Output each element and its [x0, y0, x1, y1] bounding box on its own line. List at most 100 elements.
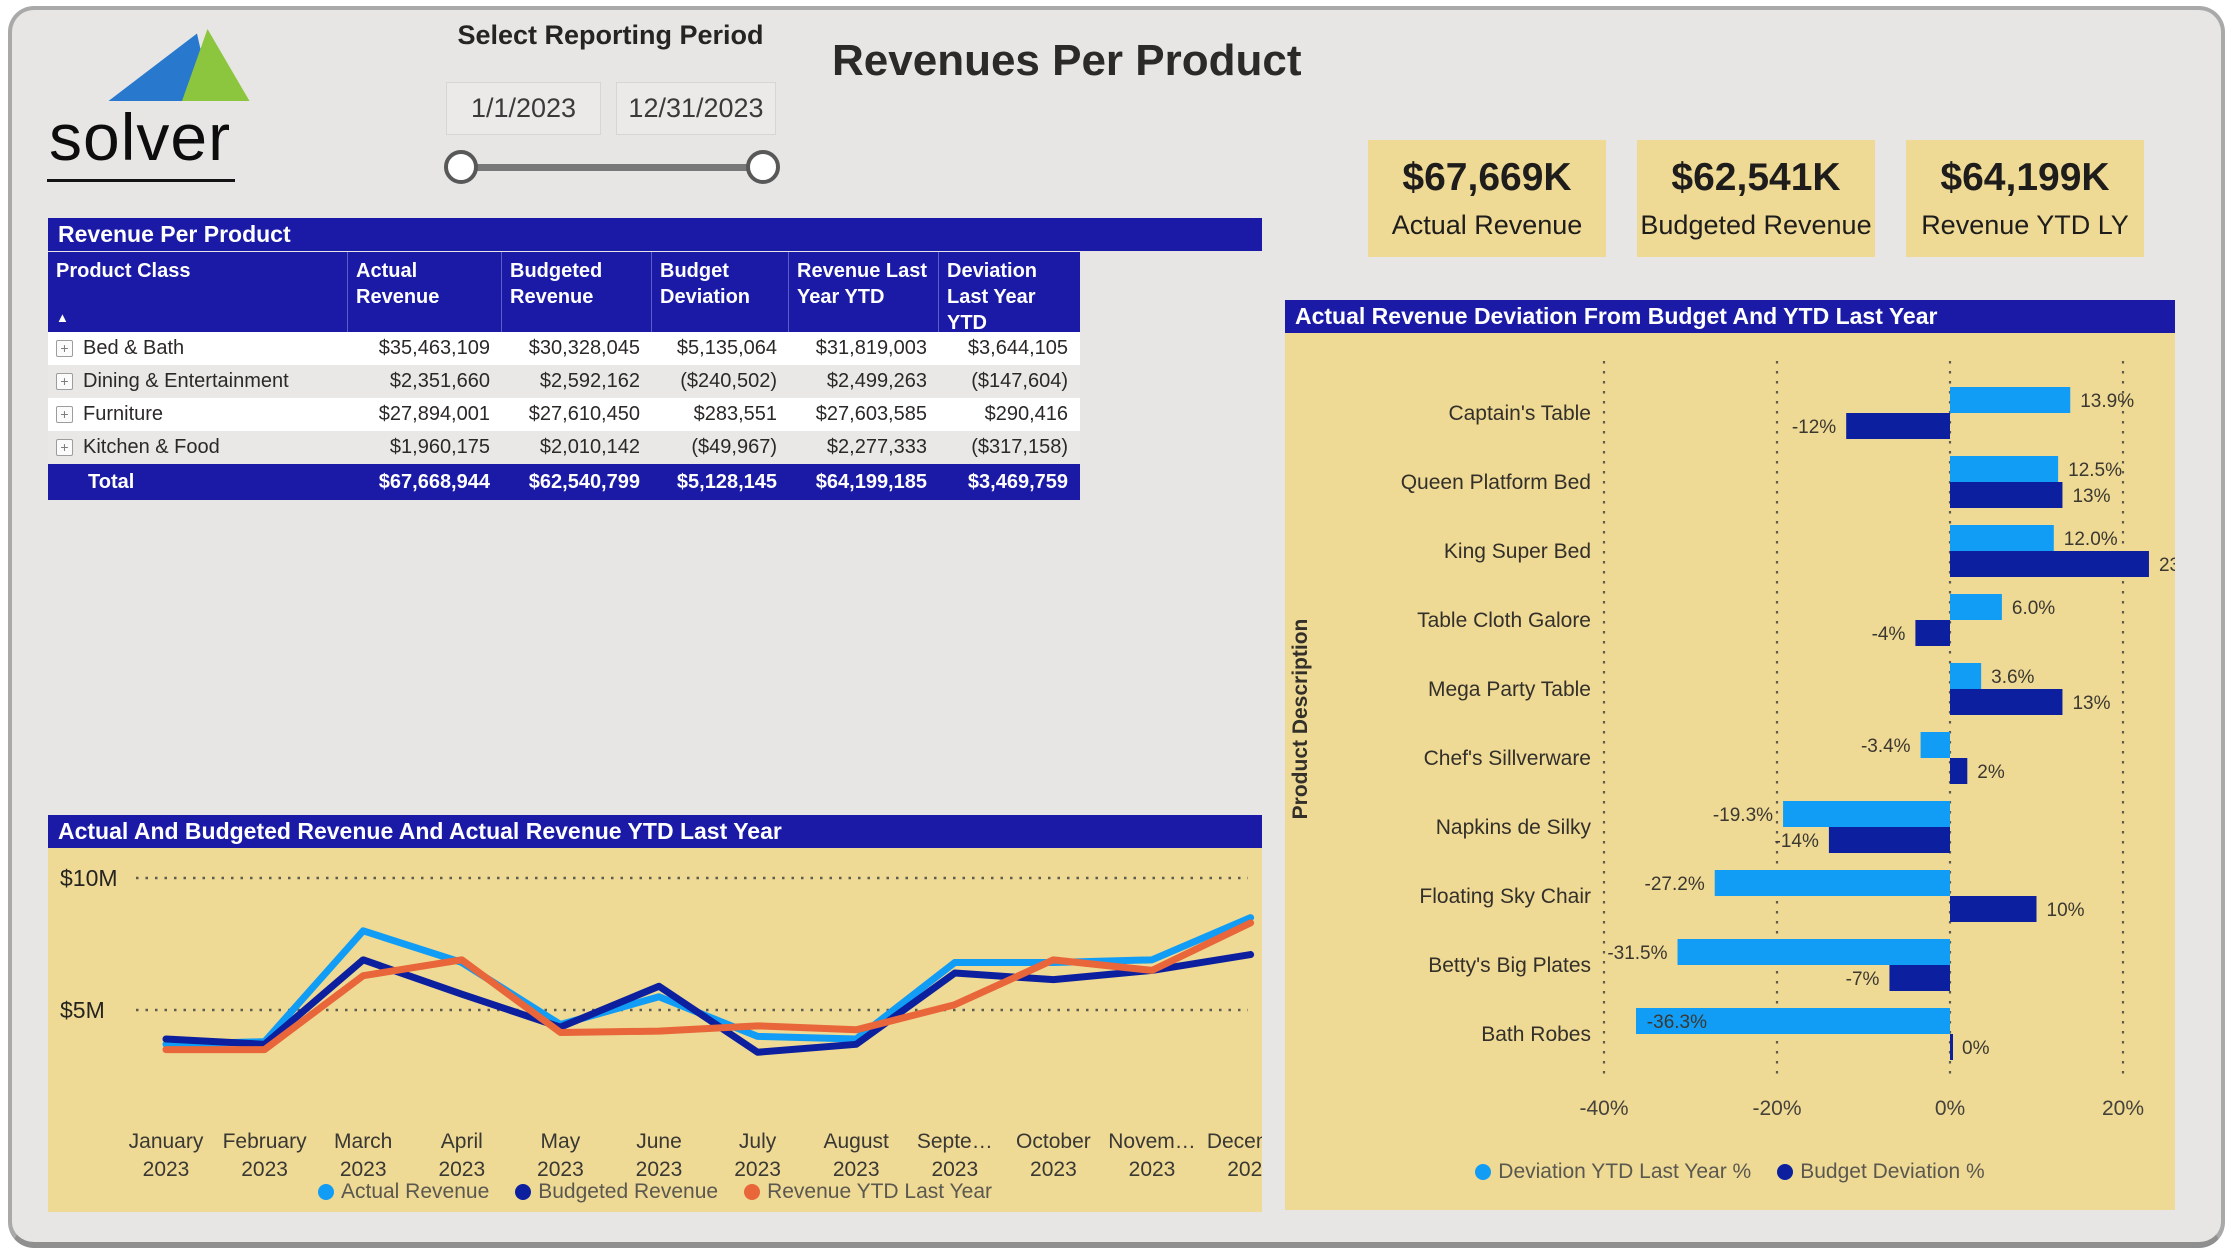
category-label: Napkins de Silky — [1436, 816, 1592, 839]
bar-legend-item[interactable]: Budget Deviation % — [1777, 1160, 1984, 1184]
table-row[interactable]: +Dining & Entertainment$2,351,660$2,592,… — [48, 365, 1080, 398]
table-cell: $290,416 — [939, 403, 1080, 426]
expand-row-icon[interactable]: + — [56, 340, 73, 357]
table-cell: $27,610,450 — [502, 403, 652, 426]
kpi-card-actual-revenue: $67,669K Actual Revenue — [1368, 140, 1606, 257]
y-axis-label: $10M — [60, 865, 118, 891]
x-axis-month-label: May — [541, 1130, 581, 1153]
line-legend-item[interactable]: Revenue YTD Last Year — [744, 1180, 992, 1204]
date-range-slider-handle-start[interactable] — [444, 150, 478, 184]
total-cell: $5,128,145 — [652, 471, 789, 494]
bar-dark_blue[interactable] — [1950, 758, 1967, 784]
legend-label: Deviation YTD Last Year % — [1498, 1160, 1751, 1184]
bar-dark_blue[interactable] — [1950, 689, 2062, 715]
kpi-value: $62,541K — [1671, 156, 1840, 200]
bar-value-label: 10% — [2047, 900, 2085, 921]
x-axis-month-label: April — [441, 1130, 483, 1153]
bar-light_blue[interactable] — [1950, 456, 2058, 482]
table-cell: ($240,502) — [652, 370, 789, 393]
bar-value-label: -14% — [1775, 831, 1819, 852]
expand-row-icon[interactable]: + — [56, 439, 73, 456]
kpi-card-revenue-ytd-ly: $64,199K Revenue YTD LY — [1906, 140, 2144, 257]
bar-dark_blue[interactable] — [1950, 896, 2037, 922]
expand-row-icon[interactable]: + — [56, 373, 73, 390]
bar-light_blue[interactable] — [1950, 663, 1981, 689]
bar-value-label: -4% — [1872, 624, 1906, 645]
category-label: Bath Robes — [1481, 1023, 1591, 1046]
x-axis-month-label: February — [223, 1130, 308, 1153]
bar-light_blue[interactable] — [1950, 594, 2002, 620]
bar-dark_blue[interactable] — [1829, 827, 1950, 853]
table-cell: $1,960,175 — [348, 436, 502, 459]
bar-value-label: 6.0% — [2012, 598, 2055, 619]
x-axis-month-label: October — [1016, 1130, 1091, 1153]
column-header[interactable]: Actual Revenue — [348, 252, 502, 332]
column-header[interactable]: Budget Deviation — [652, 252, 789, 332]
x-axis-year-label: 2023 — [438, 1158, 485, 1181]
bar-dark_blue[interactable] — [1846, 413, 1950, 439]
bar-value-label: 12.5% — [2068, 460, 2122, 481]
x-axis-year-label: 2023 — [1129, 1158, 1176, 1181]
reporting-period-slicer: Select Reporting Period 1/1/2023 12/31/2… — [438, 20, 783, 190]
column-header[interactable]: Deviation Last Year YTD — [939, 252, 1080, 332]
line-chart-title: Actual And Budgeted Revenue And Actual R… — [48, 815, 1262, 848]
bar-light_blue[interactable] — [1950, 387, 2070, 413]
category-label: Mega Party Table — [1428, 678, 1591, 701]
bar-light_blue[interactable] — [1715, 870, 1950, 896]
reporting-period-label: Select Reporting Period — [438, 20, 783, 51]
revenue-table: Product Class▲Actual RevenueBudgeted Rev… — [48, 252, 1080, 500]
total-cell: $67,668,944 — [348, 471, 502, 494]
line-legend-item[interactable]: Actual Revenue — [318, 1180, 489, 1204]
expand-row-icon[interactable]: + — [56, 406, 73, 423]
x-axis-month-label: Novem… — [1108, 1130, 1196, 1153]
line-legend-item[interactable]: Budgeted Revenue — [515, 1180, 718, 1204]
total-label: Total — [48, 471, 348, 494]
bar-value-label: -36.3% — [1647, 1012, 1707, 1033]
end-date-input[interactable]: 12/31/2023 — [616, 82, 776, 135]
date-range-slider-handle-end[interactable] — [746, 150, 780, 184]
category-label: Betty's Big Plates — [1428, 954, 1591, 977]
table-row[interactable]: +Kitchen & Food$1,960,175$2,010,142($49,… — [48, 431, 1080, 464]
product-class-label: Furniture — [83, 403, 163, 426]
table-row[interactable]: +Bed & Bath$35,463,109$30,328,045$5,135,… — [48, 332, 1080, 365]
x-axis-year-label: 2023 — [734, 1158, 781, 1181]
product-class-label: Kitchen & Food — [83, 436, 220, 459]
x-axis-tick-label: 0% — [1935, 1097, 1965, 1120]
bar-light_blue[interactable] — [1678, 939, 1950, 965]
x-axis-year-label: 2023 — [537, 1158, 584, 1181]
y-axis-label: $5M — [60, 997, 105, 1023]
x-axis-month-label: Decem… — [1207, 1130, 1262, 1153]
bar-dark_blue[interactable] — [1889, 965, 1950, 991]
bar-dark_blue[interactable] — [1950, 482, 2062, 508]
solver-logo-mountain-icon — [107, 26, 257, 104]
product-class-cell: + Dining & Entertainment — [48, 370, 348, 393]
bar-legend-item[interactable]: Deviation YTD Last Year % — [1475, 1160, 1751, 1184]
product-class-label: Dining & Entertainment — [83, 370, 289, 393]
bar-light_blue[interactable] — [1921, 732, 1950, 758]
x-axis-year-label: 2023 — [833, 1158, 880, 1181]
line-chart: $10M$5MJanuary2023February2023March2023A… — [48, 848, 1262, 1212]
product-class-cell: + Furniture — [48, 403, 348, 426]
bar-light_blue[interactable] — [1783, 801, 1950, 827]
column-header[interactable]: Budgeted Revenue — [502, 252, 652, 332]
bar-dark_blue[interactable] — [1950, 551, 2149, 577]
legend-label: Revenue YTD Last Year — [767, 1180, 992, 1204]
bar-dark_blue[interactable] — [1950, 1034, 1953, 1060]
date-range-slider-track[interactable] — [462, 164, 764, 171]
column-header[interactable]: Product Class▲ — [48, 252, 348, 332]
x-axis-year-label: 2023 — [636, 1158, 683, 1181]
x-axis-year-label: 2023 — [143, 1158, 190, 1181]
table-cell: $2,277,333 — [789, 436, 939, 459]
sort-ascending-icon[interactable]: ▲ — [56, 310, 69, 327]
bar-chart: -40%-20%0%20%Product DescriptionCaptain'… — [1285, 333, 2175, 1210]
product-class-cell: + Bed & Bath — [48, 337, 348, 360]
bar-light_blue[interactable] — [1950, 525, 2054, 551]
table-row[interactable]: +Furniture$27,894,001$27,610,450$283,551… — [48, 398, 1080, 431]
kpi-label: Budgeted Revenue — [1640, 210, 1871, 241]
product-class-label: Bed & Bath — [83, 337, 184, 360]
start-date-input[interactable]: 1/1/2023 — [446, 82, 601, 135]
legend-dot-icon — [1777, 1164, 1793, 1180]
column-header[interactable]: Revenue Last Year YTD — [789, 252, 939, 332]
bar-value-label: 13.9% — [2080, 391, 2134, 412]
bar-dark_blue[interactable] — [1915, 620, 1950, 646]
